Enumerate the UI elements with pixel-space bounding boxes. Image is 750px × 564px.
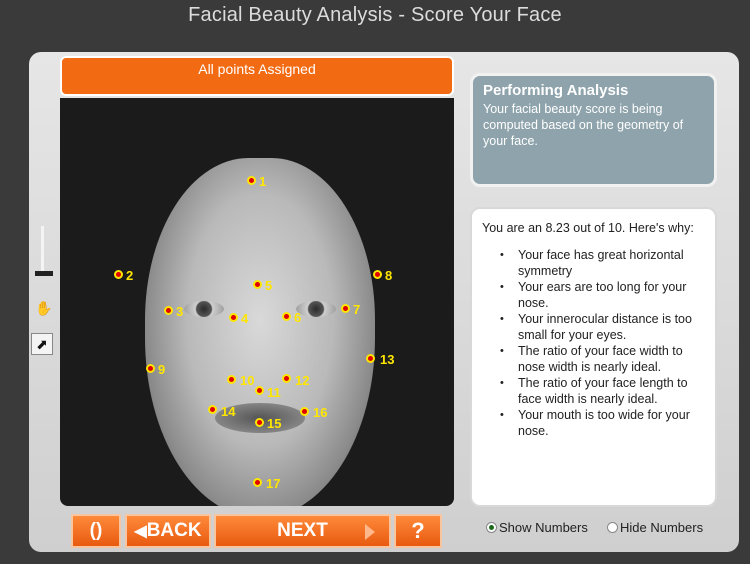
- landmark-label: 2: [126, 268, 134, 283]
- landmark-point[interactable]: [255, 418, 264, 427]
- landmark-label: 12: [295, 373, 310, 388]
- landmark-point[interactable]: [253, 280, 262, 289]
- landmark-point[interactable]: [146, 364, 155, 373]
- landmark-point[interactable]: [373, 270, 382, 279]
- app-title: Facial Beauty Analysis - Score Your Face: [188, 4, 562, 26]
- landmark-point[interactable]: [282, 312, 291, 321]
- show-numbers-radio[interactable]: [486, 522, 497, 533]
- landmark-label: 14: [221, 404, 236, 419]
- zoom-slider-track[interactable]: [41, 226, 44, 274]
- landmark-label: 16: [313, 405, 328, 420]
- left-eye: [184, 301, 224, 317]
- next-label: NEXT: [277, 520, 328, 541]
- landmark-point[interactable]: [341, 304, 350, 313]
- list-item: Your innerocular distance is too small f…: [500, 311, 705, 343]
- landmark-point[interactable]: [114, 270, 123, 279]
- help-label: ?: [411, 518, 425, 543]
- list-item: The ratio of your face length to face wi…: [500, 375, 705, 407]
- hide-numbers-option[interactable]: Hide Numbers: [607, 520, 703, 535]
- face-shape: [145, 158, 375, 506]
- landmark-label: 9: [158, 362, 166, 377]
- analysis-panel: Performing Analysis Your facial beauty s…: [470, 73, 717, 187]
- landmark-point[interactable]: [255, 386, 264, 395]
- back-arrow-icon: ◀: [134, 523, 147, 540]
- reset-button[interactable]: (): [71, 514, 121, 548]
- landmark-point[interactable]: [300, 407, 309, 416]
- results-list: Your face has great horizontal symmetry …: [482, 247, 705, 439]
- show-numbers-label: Show Numbers: [499, 520, 588, 535]
- landmark-point[interactable]: [229, 313, 238, 322]
- list-item: Your ears are too long for your nose.: [500, 279, 705, 311]
- refresh-icon: (): [89, 520, 103, 541]
- landmark-point[interactable]: [227, 375, 236, 384]
- landmark-label: 8: [385, 268, 393, 283]
- landmark-label: 3: [176, 304, 184, 319]
- list-item: Your face has great horizontal symmetry: [500, 247, 705, 279]
- landmark-label: 13: [380, 352, 395, 367]
- landmark-label: 1: [259, 174, 267, 189]
- landmark-point[interactable]: [164, 306, 173, 315]
- landmark-label: 17: [266, 476, 281, 491]
- landmark-label: 15: [267, 416, 282, 431]
- landmark-label: 6: [294, 310, 302, 325]
- hand-icon[interactable]: ✋: [35, 300, 52, 317]
- results-panel: You are an 8.23 out of 10. Here's why: Y…: [470, 207, 717, 507]
- landmark-point[interactable]: [253, 478, 262, 487]
- list-item: Your mouth is too wide for your nose.: [500, 407, 705, 439]
- pointer-arrow-icon[interactable]: ⬈: [31, 333, 53, 355]
- landmark-label: 11: [267, 385, 281, 400]
- landmark-point[interactable]: [247, 176, 256, 185]
- landmark-point[interactable]: [208, 405, 217, 414]
- zoom-slider-handle[interactable]: [35, 271, 53, 276]
- show-numbers-option[interactable]: Show Numbers: [486, 520, 588, 535]
- analysis-title: Performing Analysis: [483, 82, 629, 99]
- landmark-label: 7: [353, 302, 361, 317]
- list-item: The ratio of your face width to nose wid…: [500, 343, 705, 375]
- landmark-point[interactable]: [366, 354, 375, 363]
- next-arrow-icon: [365, 524, 375, 540]
- back-button[interactable]: ◀BACK: [125, 514, 211, 548]
- results-score: You are an 8.23 out of 10. Here's why:: [482, 221, 694, 235]
- analysis-body: Your facial beauty score is being comput…: [483, 102, 684, 148]
- next-button[interactable]: NEXT: [214, 514, 391, 548]
- back-label: BACK: [146, 520, 202, 541]
- landmark-label: 5: [265, 278, 273, 293]
- help-button[interactable]: ?: [394, 514, 442, 548]
- hide-numbers-label: Hide Numbers: [620, 520, 704, 535]
- hide-numbers-radio[interactable]: [607, 522, 618, 533]
- status-bar: All points Assigned: [60, 56, 454, 96]
- landmark-point[interactable]: [282, 374, 291, 383]
- landmark-label: 10: [240, 373, 255, 388]
- face-photo[interactable]: [60, 98, 454, 506]
- landmark-label: 4: [241, 311, 249, 326]
- right-eye: [296, 301, 336, 317]
